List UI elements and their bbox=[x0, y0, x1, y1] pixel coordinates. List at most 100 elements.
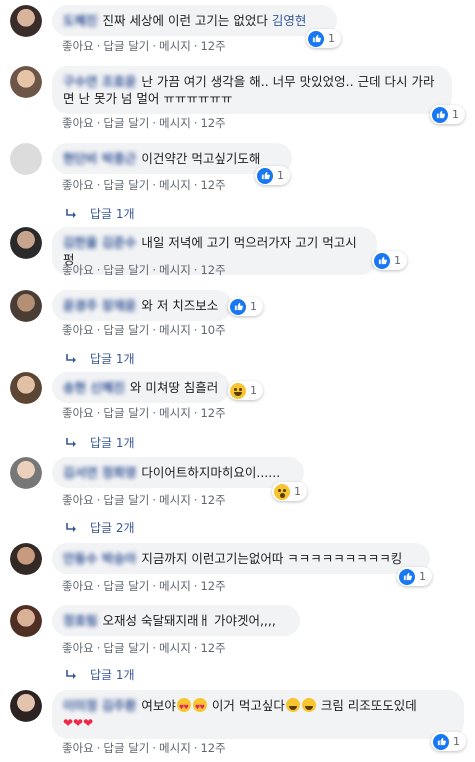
avatar[interactable] bbox=[10, 457, 42, 489]
timestamp[interactable]: 12주 bbox=[200, 579, 225, 593]
view-replies-link[interactable]: 답글 1개 bbox=[66, 434, 135, 451]
comment-bubble: 송현 신혜진 와 미쳐땅 침흘러 bbox=[52, 372, 230, 403]
reply-button[interactable]: 답글 달기 bbox=[103, 39, 149, 53]
reply-button[interactable]: 답글 달기 bbox=[103, 493, 149, 507]
like-icon bbox=[432, 106, 448, 123]
comment-text: 여보야 bbox=[141, 698, 176, 713]
reaction-badge[interactable]: 1 bbox=[397, 567, 432, 586]
timestamp[interactable]: 12주 bbox=[200, 39, 225, 53]
comment-actions: 좋아요 · 답글 달기 · 메시지 · 12주 bbox=[62, 39, 226, 53]
reaction-badge[interactable]: 1 bbox=[255, 166, 290, 185]
message-button[interactable]: 메시지 bbox=[159, 406, 191, 420]
message-button[interactable]: 메시지 bbox=[159, 579, 191, 593]
comment-author[interactable]: 송현 신혜진 bbox=[63, 380, 125, 395]
message-button[interactable]: 메시지 bbox=[159, 116, 191, 130]
view-replies-link[interactable]: 답글 1개 bbox=[66, 350, 135, 367]
like-button[interactable]: 좋아요 bbox=[62, 579, 94, 593]
reaction-count: 1 bbox=[419, 570, 426, 583]
comment-author[interactable]: 김한울 김준수 bbox=[63, 235, 136, 250]
view-replies-link[interactable]: 답글 1개 bbox=[66, 205, 135, 222]
like-button[interactable]: 좋아요 bbox=[62, 263, 94, 277]
timestamp[interactable]: 10주 bbox=[200, 323, 225, 337]
comment-author[interactable]: 이미정 김주환 bbox=[63, 698, 136, 713]
replies-count[interactable]: 답글 2개 bbox=[90, 521, 135, 535]
message-button[interactable]: 메시지 bbox=[159, 641, 191, 655]
view-replies-link[interactable]: 답글 2개 bbox=[66, 519, 135, 536]
like-button[interactable]: 좋아요 bbox=[62, 323, 94, 337]
reply-button[interactable]: 답글 달기 bbox=[103, 178, 149, 192]
reply-button[interactable]: 답글 달기 bbox=[103, 406, 149, 420]
reaction-badge[interactable]: 1 bbox=[272, 482, 307, 501]
reply-button[interactable]: 답글 달기 bbox=[103, 263, 149, 277]
like-button[interactable]: 좋아요 bbox=[62, 178, 94, 192]
timestamp[interactable]: 12주 bbox=[200, 263, 225, 277]
reaction-count: 1 bbox=[250, 300, 257, 313]
reaction-badge[interactable]: 1 bbox=[306, 29, 341, 48]
timestamp[interactable]: 12주 bbox=[200, 178, 225, 192]
reply-button[interactable]: 답글 달기 bbox=[103, 323, 149, 337]
wow-emoji-icon bbox=[274, 483, 290, 500]
message-button[interactable]: 메시지 bbox=[159, 263, 191, 277]
reaction-badge[interactable]: 1 bbox=[430, 105, 465, 124]
avatar[interactable] bbox=[10, 290, 42, 322]
comment-author[interactable]: 김서연 정희영 bbox=[63, 465, 136, 480]
like-button[interactable]: 좋아요 bbox=[62, 641, 94, 655]
avatar[interactable] bbox=[10, 5, 42, 37]
timestamp[interactable]: 12주 bbox=[200, 741, 225, 755]
comment-text: 다이어트하지마히요이...... bbox=[141, 465, 281, 480]
timestamp[interactable]: 12주 bbox=[200, 493, 225, 507]
replies-count[interactable]: 답글 1개 bbox=[90, 207, 135, 221]
reply-button[interactable]: 답글 달기 bbox=[103, 741, 149, 755]
comment-author[interactable]: 구수연 조효윤 bbox=[63, 74, 136, 89]
message-button[interactable]: 메시지 bbox=[159, 323, 191, 337]
comment-author[interactable]: 윤경주 장재윤 bbox=[63, 298, 136, 313]
avatar[interactable] bbox=[10, 66, 42, 98]
timestamp[interactable]: 12주 bbox=[200, 116, 225, 130]
comment-actions: 좋아요 · 답글 달기 · 메시지 · 12주 bbox=[62, 406, 226, 420]
avatar[interactable] bbox=[10, 690, 42, 722]
comment-actions: 좋아요 · 답글 달기 · 메시지 · 12주 bbox=[62, 741, 226, 755]
comment-author[interactable]: 정효림 bbox=[63, 613, 98, 628]
like-button[interactable]: 좋아요 bbox=[62, 741, 94, 755]
comment-author[interactable]: 안동수 박승아 bbox=[63, 551, 136, 566]
reply-button[interactable]: 답글 달기 bbox=[103, 641, 149, 655]
like-icon bbox=[257, 167, 273, 184]
avatar[interactable] bbox=[10, 372, 42, 404]
timestamp[interactable]: 12주 bbox=[200, 641, 225, 655]
reply-arrow-icon bbox=[66, 670, 76, 679]
like-icon bbox=[433, 733, 449, 750]
reaction-count: 1 bbox=[294, 485, 301, 498]
avatar[interactable] bbox=[10, 227, 42, 259]
comment-bubble: 구수연 조효윤 난 가끔 여기 생각을 해.. 너무 맛있었엉.. 근데 다시 가… bbox=[52, 66, 452, 114]
comment-bubble: 안동수 박승아 지금까지 이런고기는없어따 ㅋㅋㅋㅋㅋㅋㅋㅋㅋ킹 bbox=[52, 543, 430, 574]
reply-button[interactable]: 답글 달기 bbox=[103, 116, 149, 130]
like-button[interactable]: 좋아요 bbox=[62, 116, 94, 130]
message-button[interactable]: 메시지 bbox=[159, 39, 191, 53]
message-button[interactable]: 메시지 bbox=[159, 178, 191, 192]
replies-count[interactable]: 답글 1개 bbox=[90, 668, 135, 682]
comment-text: 와 미쳐땅 침흘러 bbox=[129, 380, 219, 395]
heart-eyes-emoji-icon bbox=[192, 698, 207, 716]
reaction-badge[interactable]: 1 bbox=[228, 381, 263, 400]
replies-count[interactable]: 답글 1개 bbox=[90, 352, 135, 366]
comment-actions: 좋아요 · 답글 달기 · 메시지 · 12주 bbox=[62, 263, 226, 277]
avatar[interactable] bbox=[10, 543, 42, 575]
avatar[interactable] bbox=[10, 143, 42, 175]
comment-text: 지금까지 이런고기는없어따 ㅋㅋㅋㅋㅋㅋㅋㅋㅋ킹 bbox=[141, 551, 403, 566]
message-button[interactable]: 메시지 bbox=[159, 741, 191, 755]
like-button[interactable]: 좋아요 bbox=[62, 493, 94, 507]
mention-link[interactable]: 김영현 bbox=[272, 13, 307, 28]
like-button[interactable]: 좋아요 bbox=[62, 39, 94, 53]
reaction-badge[interactable]: 1 bbox=[228, 297, 263, 316]
comment-author[interactable]: 현단비 박종근 bbox=[63, 151, 136, 166]
avatar[interactable] bbox=[10, 605, 42, 637]
like-button[interactable]: 좋아요 bbox=[62, 406, 94, 420]
replies-count[interactable]: 답글 1개 bbox=[90, 436, 135, 450]
reply-button[interactable]: 답글 달기 bbox=[103, 579, 149, 593]
view-replies-link[interactable]: 답글 1개 bbox=[66, 666, 135, 683]
timestamp[interactable]: 12주 bbox=[200, 406, 225, 420]
message-button[interactable]: 메시지 bbox=[159, 493, 191, 507]
reaction-badge[interactable]: 1 bbox=[372, 251, 407, 270]
reaction-badge[interactable]: 1 bbox=[431, 732, 466, 751]
comment-author[interactable]: 도혜진 bbox=[63, 13, 98, 28]
